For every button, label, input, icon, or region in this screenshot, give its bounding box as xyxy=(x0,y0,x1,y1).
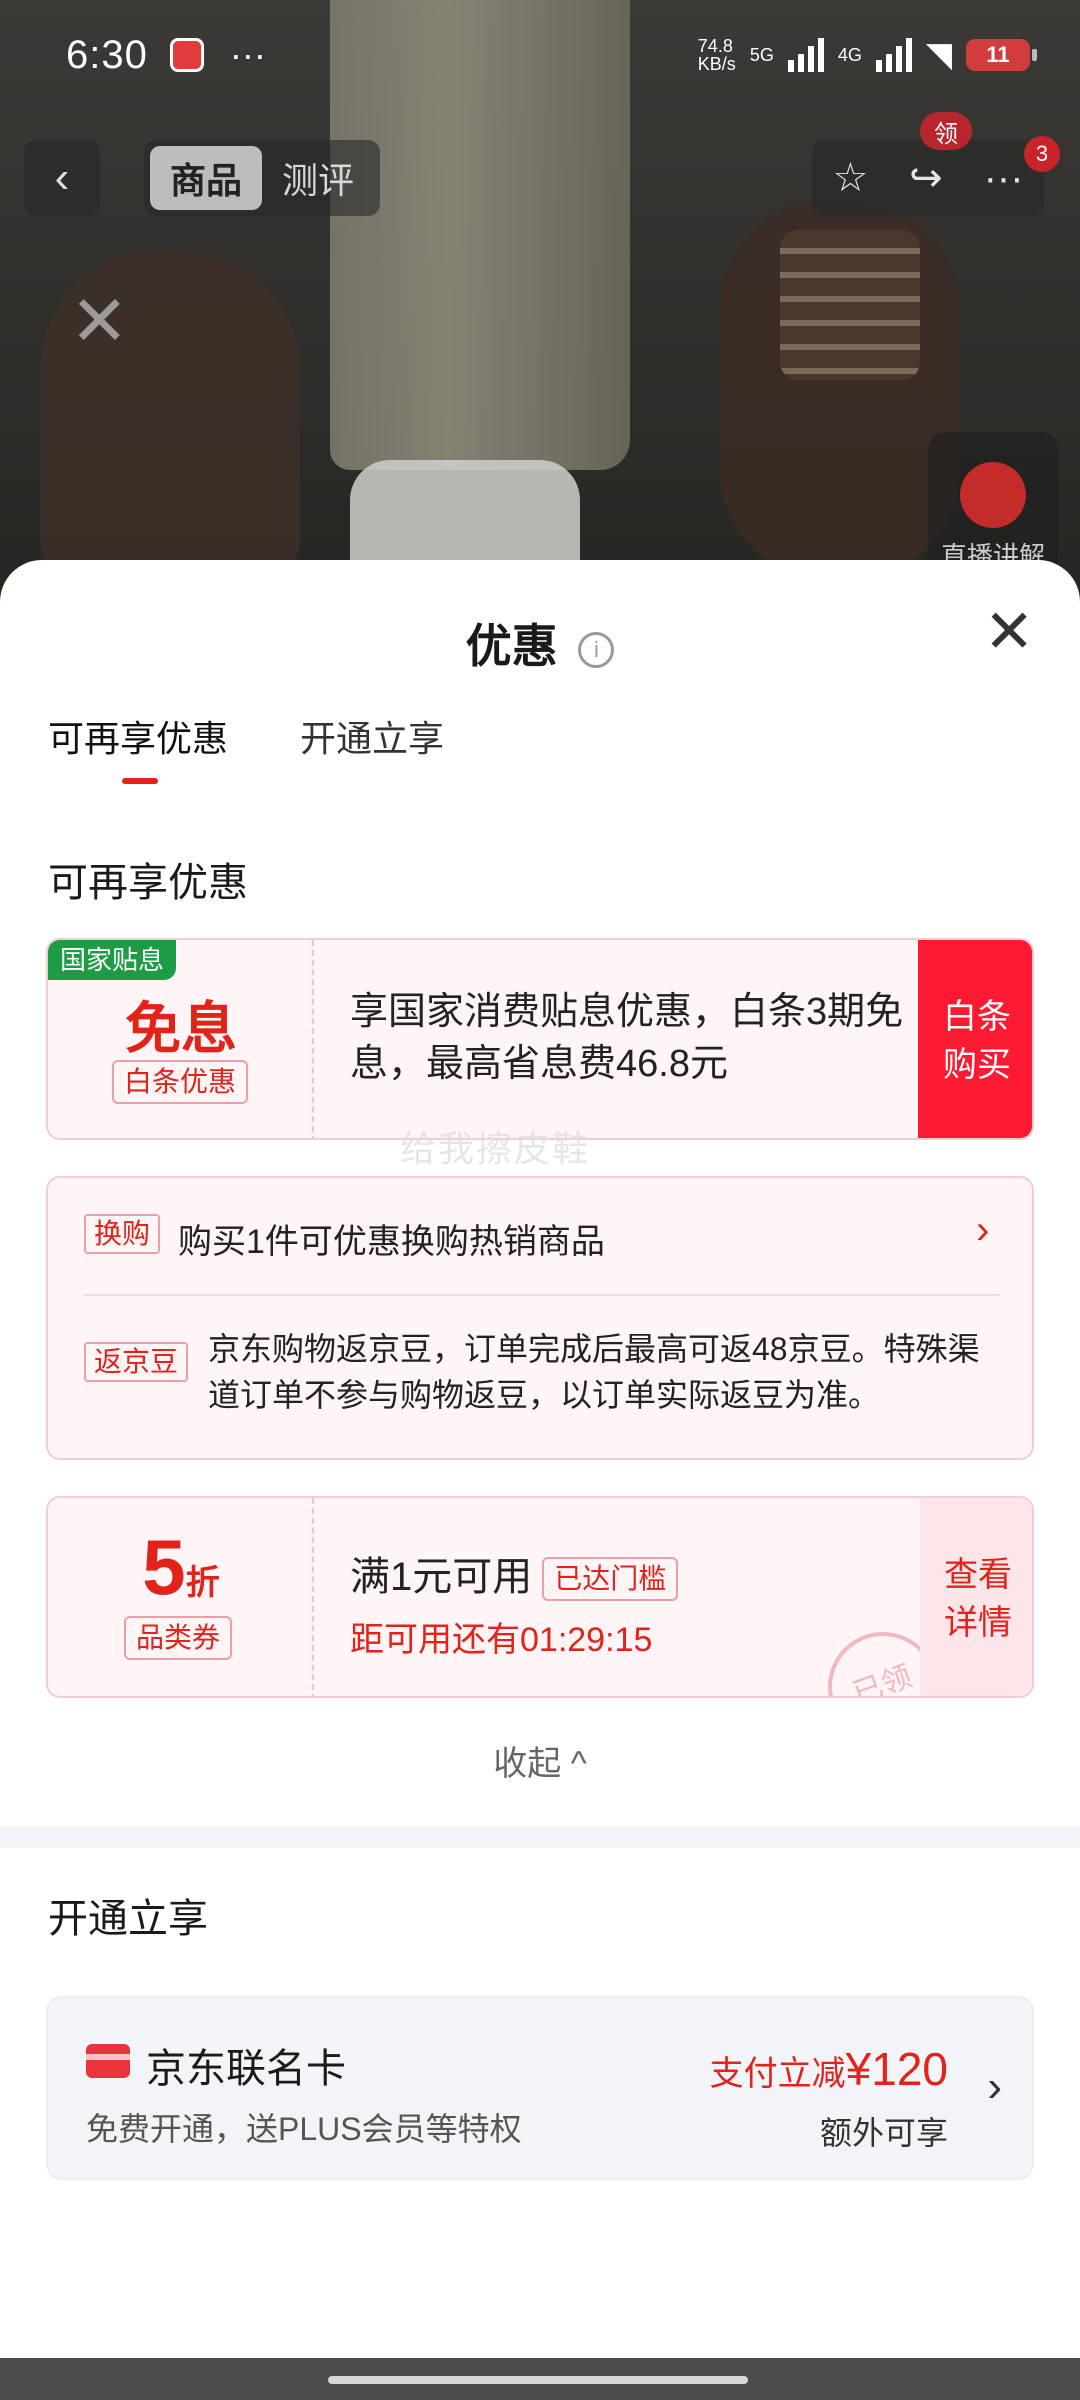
brand-logo: ✕ xyxy=(70,282,129,360)
coupon-status-tag: 已达门槛 xyxy=(542,1557,679,1602)
app-notification-icon xyxy=(169,38,204,72)
close-icon[interactable]: ✕ xyxy=(984,602,1034,662)
status-time: 6:30 xyxy=(66,32,148,77)
collapse-button[interactable]: 收起 ^ xyxy=(0,1736,1080,1785)
price-value: ¥120 xyxy=(845,2043,948,2095)
gesture-bar xyxy=(0,2358,1080,2400)
more-menu-icon[interactable]: ··· xyxy=(984,156,1024,201)
jingdou-text: 京东购物返京豆，订单完成后最高可返48京豆。特殊渠道订单不参与购物返豆，以订单实… xyxy=(208,1331,980,1413)
discount-sheet: 优惠 i ✕ 可再享优惠 开通立享 可再享优惠 免息 白条优惠 国家贴息 享国家… xyxy=(0,560,1080,2400)
section-title-more-offers: 可再享优惠 xyxy=(48,861,248,905)
net-speed: 74.8 KB/s xyxy=(697,36,736,74)
product-wristband xyxy=(780,230,920,380)
coupon-condition-row: 满1元可用 已达门槛 xyxy=(350,1544,679,1602)
subsidy-tag: 国家贴息 xyxy=(48,940,177,980)
section-title-open-enjoy: 开通立享 xyxy=(48,1897,208,1941)
live-icon xyxy=(960,462,1026,528)
cobrand-title: 京东联名卡 xyxy=(146,2047,346,2091)
status-bar: 6:30 ··· 74.8 KB/s 5G 4G ◥ 11 xyxy=(0,0,1080,110)
chevron-left-icon: ‹ xyxy=(54,153,70,202)
coupon-badge[interactable]: 领 xyxy=(920,112,972,150)
signal-4g-icon xyxy=(875,38,912,72)
product-top-bar: ‹ 商品 测评 ☆ ↪ ··· 领 3 xyxy=(0,112,1080,220)
jingdou-tag: 返京豆 xyxy=(84,1342,189,1382)
coupon-type: 品类券 xyxy=(124,1616,232,1660)
favorite-star-icon[interactable]: ☆ xyxy=(832,155,868,201)
battery-level: 11 xyxy=(986,42,1010,67)
more-count-badge: 3 xyxy=(1024,136,1060,172)
net-5g-label: 5G xyxy=(749,44,774,65)
coupon-countdown: 距可用还有01:29:15 xyxy=(350,1621,653,1659)
sheet-title: 优惠 i xyxy=(0,610,1080,676)
jd-cobrand-card[interactable]: 京东联名卡 免费开通，送PLUS会员等特权 支付立减¥120 额外可享 › xyxy=(46,1996,1034,2180)
wifi-icon: ◥ xyxy=(925,36,952,74)
cobrand-subtitle: 免费开通，送PLUS会员等特权 xyxy=(86,2111,522,2147)
view-details-button[interactable]: 查看详情 xyxy=(920,1498,1032,1696)
sheet-title-text: 优惠 xyxy=(465,620,558,672)
coupon-discount-unit: 折 xyxy=(185,1564,220,1602)
signal-5g-icon xyxy=(787,38,824,72)
tab-more-offers[interactable]: 可再享优惠 xyxy=(48,710,228,762)
chevron-right-icon[interactable]: › xyxy=(987,2062,1002,2112)
tab-product[interactable]: 商品 xyxy=(150,146,263,210)
tab-open-enjoy[interactable]: 开通立享 xyxy=(300,710,444,762)
net-4g-label: 4G xyxy=(837,44,862,65)
coupon-discount: 5折 xyxy=(48,1522,314,1613)
baitiao-buy-button[interactable]: 白条购买 xyxy=(918,940,1032,1138)
cobrand-price: 支付立减¥120 xyxy=(710,2042,948,2096)
info-icon[interactable]: i xyxy=(578,631,615,668)
tab-review[interactable]: 测评 xyxy=(262,146,374,210)
coupon-left: 5折 品类券 xyxy=(48,1498,314,1696)
sheet-tabs: 可再享优惠 开通立享 xyxy=(48,710,444,762)
status-more-icon: ··· xyxy=(229,34,266,75)
battery-icon: 11 xyxy=(966,39,1037,71)
subsidy-text: 享国家消费贴息优惠，白条3期免息，最高省息费46.8元 xyxy=(350,991,904,1085)
back-button[interactable]: ‹ xyxy=(24,140,100,216)
section-gap xyxy=(0,1826,1080,1848)
credit-card-icon xyxy=(86,2044,130,2078)
subsidy-card: 免息 白条优惠 国家贴息 享国家消费贴息优惠，白条3期免息，最高省息费46.8元… xyxy=(46,938,1034,1140)
subsidy-main: 免息 xyxy=(125,997,237,1060)
coupon-card: 5折 品类券 满1元可用 已达门槛 距可用还有01:29:15 已领 查看详情 xyxy=(46,1496,1034,1698)
chevron-right-icon[interactable]: › xyxy=(976,1208,989,1253)
divider xyxy=(84,1294,1000,1296)
top-actions: ☆ ↪ ··· xyxy=(812,140,1044,216)
product-tabs: 商品 测评 xyxy=(144,140,381,216)
coupon-discount-value: 5 xyxy=(142,1523,186,1611)
price-prefix: 支付立减 xyxy=(709,2055,846,2093)
share-icon[interactable]: ↪ xyxy=(909,155,943,201)
tab-indicator xyxy=(122,778,158,784)
subsidy-sub-tag: 白条优惠 xyxy=(112,1060,248,1104)
exchange-text[interactable]: 购买1件可优惠换购热销商品 xyxy=(178,1214,605,1263)
home-indicator[interactable] xyxy=(328,2376,748,2384)
exchange-tag: 换购 xyxy=(84,1214,161,1254)
promo-card: 换购 购买1件可优惠换购热销商品 › 返京豆 京东购物返京豆，订单完成后最高可返… xyxy=(46,1176,1034,1460)
coupon-condition: 满1元可用 xyxy=(350,1555,533,1599)
watermark: 给我擦皮鞋 xyxy=(400,1128,591,1169)
cobrand-extra: 额外可享 xyxy=(819,2115,948,2151)
